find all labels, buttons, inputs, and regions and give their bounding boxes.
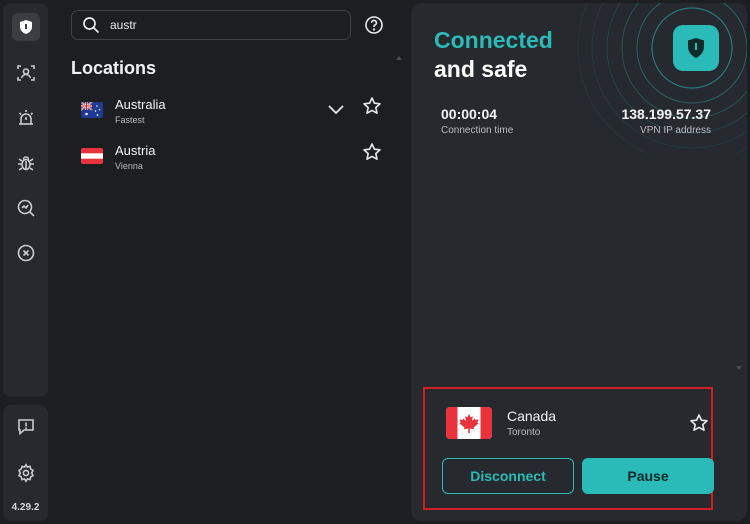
sidebar-item-threat-protection[interactable]	[3, 149, 48, 177]
status-connected: Connected	[434, 27, 553, 53]
connection-panel: Connected and safe 00:00:04 Connection t…	[411, 3, 747, 521]
current-server-card: Canada Toronto Disconnect Pause	[423, 387, 714, 510]
search-input[interactable]	[110, 18, 330, 32]
shield-logo-icon	[20, 20, 32, 34]
location-name: Australia	[115, 97, 166, 112]
sidebar-item-scanner[interactable]	[3, 194, 48, 222]
pause-button[interactable]: Pause	[582, 458, 714, 494]
app-logo[interactable]	[12, 13, 40, 41]
australia-flag-icon	[81, 102, 103, 118]
star-icon[interactable]	[362, 142, 382, 162]
vpn-ip-label: VPN IP address	[640, 125, 711, 136]
scroll-down-arrow[interactable]	[736, 366, 742, 370]
feedback-icon	[17, 419, 34, 436]
disconnect-button[interactable]: Disconnect	[442, 458, 574, 494]
bug-icon	[17, 156, 34, 171]
search-chart-icon	[17, 199, 35, 217]
sidebar-item-blocker[interactable]	[3, 239, 48, 267]
star-icon[interactable]	[362, 96, 382, 116]
help-button[interactable]	[363, 14, 384, 35]
chevron-down-icon[interactable]	[326, 99, 346, 119]
locations-title: Locations	[71, 58, 157, 78]
search-field[interactable]	[71, 10, 351, 40]
server-city: Toronto	[507, 427, 541, 438]
star-icon[interactable]	[689, 413, 709, 433]
settings-button[interactable]	[3, 459, 48, 487]
location-subtitle: Fastest	[115, 115, 145, 125]
sidebar-item-identity[interactable]	[3, 59, 48, 87]
sidebar-item-alerts[interactable]	[3, 104, 48, 132]
feedback-button[interactable]	[3, 413, 48, 441]
sidebar-nav	[3, 3, 48, 397]
connection-time-value: 00:00:04	[441, 106, 498, 122]
location-item-australia[interactable]: Australia Fastest	[71, 95, 396, 135]
shield-icon	[688, 38, 704, 58]
location-item-austria[interactable]: Austria Vienna	[71, 141, 396, 181]
connection-time-label: Connection time	[441, 125, 514, 136]
close-circle-icon	[17, 244, 34, 262]
help-icon	[364, 15, 383, 34]
location-subtitle: Vienna	[115, 161, 143, 171]
face-scan-icon	[16, 65, 35, 81]
austria-flag-icon	[81, 148, 103, 164]
search-icon	[83, 17, 100, 34]
location-name: Austria	[115, 143, 156, 158]
canada-flag-icon	[446, 407, 492, 439]
server-country: Canada	[507, 408, 557, 424]
app-version: 4.29.2	[11, 502, 40, 513]
connection-shield-button[interactable]	[673, 25, 719, 71]
gear-icon	[17, 463, 34, 483]
status-safe: and safe	[434, 56, 528, 82]
alarm-icon	[18, 110, 33, 125]
vpn-ip-value: 138.199.57.37	[621, 106, 711, 122]
scroll-up-arrow[interactable]	[396, 56, 402, 60]
